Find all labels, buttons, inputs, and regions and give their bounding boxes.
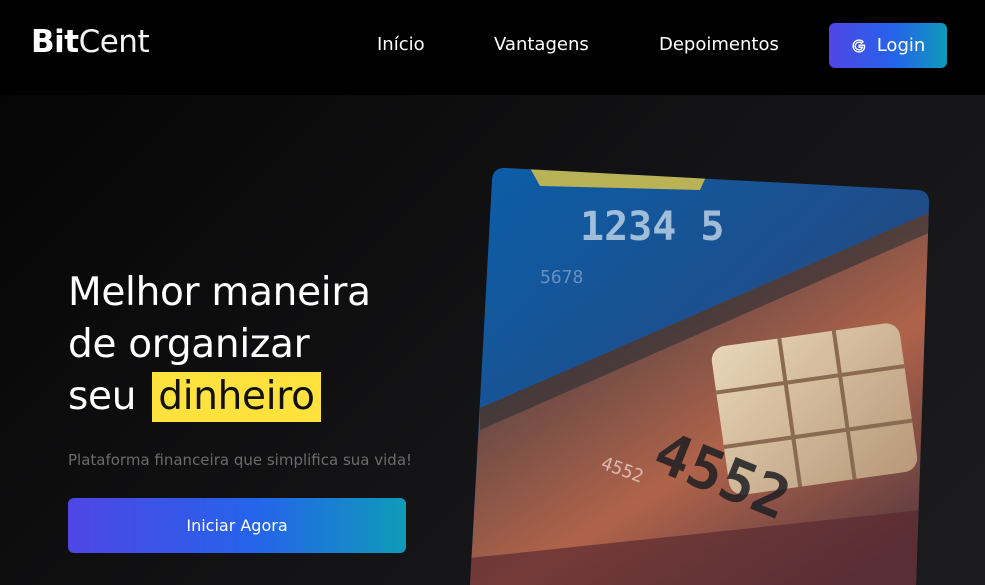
brand-logo-bold: Bit: [31, 24, 79, 60]
headline-line-3-start: seu: [68, 374, 149, 419]
card-number-small: 5678: [540, 267, 583, 288]
login-button-label: Login: [876, 35, 926, 56]
brand-logo[interactable]: Bit Cent: [31, 24, 150, 60]
cta-button[interactable]: Iniciar Agora: [68, 498, 406, 553]
headline-line-1: Melhor maneira: [68, 267, 371, 319]
card-number-top: 1234 5: [580, 204, 725, 250]
brand-logo-light: Cent: [78, 24, 150, 60]
headline-line-1-rest: maneira: [199, 270, 371, 315]
headline-underlined-word: Melhor: [68, 267, 200, 319]
nav-link-depoimentos[interactable]: Depoimentos: [659, 34, 779, 55]
nav-link-inicio[interactable]: Início: [377, 34, 425, 55]
top-navbar: Bit Cent Início Vantagens Depoimentos Log…: [0, 0, 985, 95]
headline-highlighted-word: dinheiro: [152, 372, 321, 422]
headline-line-2: de organizar: [68, 322, 310, 367]
nav-link-vantagens[interactable]: Vantagens: [494, 34, 589, 55]
cta-button-label: Iniciar Agora: [186, 516, 288, 535]
hero-subtitle: Plataforma financeira que simplifica sua…: [68, 451, 413, 469]
google-icon: [851, 38, 867, 54]
login-button[interactable]: Login: [829, 23, 947, 68]
headline-line-3: seu dinheiro: [68, 371, 371, 423]
hero-headline: Melhor maneira de organizar seu dinheiro: [68, 267, 371, 423]
credit-card-photo: 1234 5 5678 4552 4552: [470, 168, 930, 585]
